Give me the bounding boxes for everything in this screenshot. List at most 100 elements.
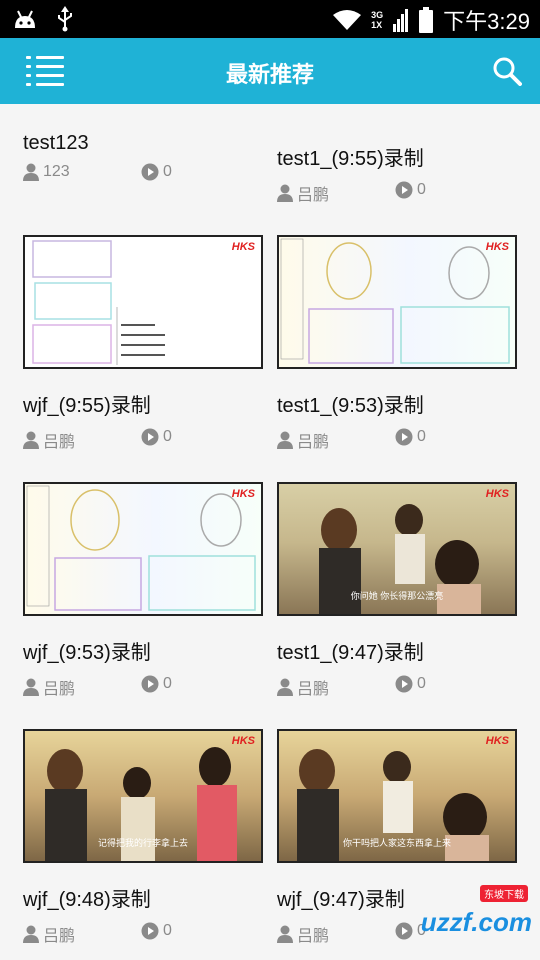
author-name: 吕鹏 <box>43 434 76 451</box>
signal-icon <box>393 9 409 32</box>
video-meta: 吕鹏 0 <box>277 426 517 452</box>
network-type-top: 3G <box>371 10 384 20</box>
clock: 下午3:29 <box>443 9 530 34</box>
video-author: 吕鹏 <box>277 922 329 946</box>
play-count-icon <box>141 163 159 181</box>
video-card[interactable]: HKS wjf_(9:55)录制 吕鹏 0 <box>23 235 263 452</box>
user-icon <box>23 431 39 449</box>
video-card[interactable]: HKS 记得把我的行李拿上去 wjf_(9:48)录制 吕鹏 0 <box>23 729 263 946</box>
author-name: 123 <box>43 163 70 180</box>
usb-icon <box>58 6 72 32</box>
status-bar: 3G 1X 下午3:29 <box>0 0 540 38</box>
video-meta: 吕鹏 0 <box>23 920 263 946</box>
thumbnail-brand: HKS <box>485 735 509 747</box>
thumbnail-subtitle: 你问她 你长得那公漂亮 <box>350 591 444 601</box>
video-grid: test123 123 0 test1_(9:55)录制 吕鹏 0 HKS wj… <box>0 104 540 960</box>
video-thumbnail[interactable]: HKS 你问她 你长得那公漂亮 <box>277 482 517 616</box>
android-icon <box>15 10 35 28</box>
play-count: 0 <box>163 675 172 692</box>
video-meta: 吕鹏 0 <box>23 673 263 699</box>
video-card[interactable]: test1_(9:55)录制 吕鹏 0 <box>277 142 517 205</box>
user-icon <box>277 431 293 449</box>
video-author: 吕鹏 <box>277 675 329 699</box>
play-count: 0 <box>417 181 426 198</box>
video-play-count: 0 <box>141 428 172 446</box>
video-play-count: 0 <box>141 675 172 693</box>
video-card[interactable]: test123 123 0 <box>23 132 263 185</box>
user-icon <box>23 925 39 943</box>
play-count-icon <box>141 922 159 940</box>
watermark-badge: 东坡下载 <box>480 885 528 902</box>
author-name: 吕鹏 <box>297 434 330 451</box>
video-thumbnail[interactable]: HKS 你干吗把人家这东西拿上来 <box>277 729 517 863</box>
video-play-count: 0 <box>395 181 426 199</box>
play-count: 0 <box>163 922 172 939</box>
video-card[interactable]: HKS wjf_(9:53)录制 吕鹏 0 <box>23 482 263 699</box>
author-name: 吕鹏 <box>43 928 76 945</box>
author-name: 吕鹏 <box>297 681 330 698</box>
play-count: 0 <box>163 428 172 445</box>
thumbnail-brand: HKS <box>485 488 509 500</box>
video-title: wjf_(9:55)录制 <box>23 395 151 417</box>
video-title: test123 <box>23 132 89 154</box>
video-play-count: 0 <box>141 922 172 940</box>
watermark-logo: uzzf.com <box>420 907 532 937</box>
thumbnail-brand: HKS <box>231 735 255 747</box>
battery-icon <box>419 7 434 33</box>
video-meta: 吕鹏 0 <box>23 426 263 452</box>
author-name: 吕鹏 <box>297 187 330 204</box>
video-author: 吕鹏 <box>23 922 75 946</box>
network-type-bottom: 1X <box>371 20 383 30</box>
play-count: 0 <box>417 675 426 692</box>
thumbnail-image <box>32 240 165 365</box>
thumbnail-brand: HKS <box>231 241 255 253</box>
user-icon <box>277 184 293 202</box>
video-meta: 吕鹏 0 <box>277 179 517 205</box>
video-title: test1_(9:47)录制 <box>277 642 424 664</box>
video-card[interactable]: HKS test1_(9:53)录制 吕鹏 0 <box>277 235 517 452</box>
author-name: 吕鹏 <box>297 928 330 945</box>
play-count-icon <box>395 181 413 199</box>
author-name: 吕鹏 <box>43 681 76 698</box>
video-card[interactable]: HKS 你问她 你长得那公漂亮 test1_(9:47)录制 吕鹏 0 <box>277 482 517 699</box>
video-author: 吕鹏 <box>277 428 329 452</box>
video-title: wjf_(9:53)录制 <box>23 642 151 664</box>
wifi-icon <box>333 10 362 30</box>
video-author: 吕鹏 <box>277 181 329 205</box>
thumbnail-subtitle: 记得把我的行李拿上去 <box>97 838 188 848</box>
video-author: 123 <box>23 163 70 181</box>
video-author: 吕鹏 <box>23 428 75 452</box>
video-title: wjf_(9:48)录制 <box>23 889 151 911</box>
thumbnail-brand: HKS <box>485 241 509 253</box>
thumbnail-brand: HKS <box>231 488 255 500</box>
play-count: 0 <box>417 428 426 445</box>
video-meta: 123 0 <box>23 161 263 185</box>
thumbnail-image <box>280 238 510 364</box>
video-thumbnail[interactable]: HKS <box>23 235 263 369</box>
user-icon <box>23 678 39 696</box>
play-count-icon <box>141 428 159 446</box>
user-icon <box>277 925 293 943</box>
video-thumbnail[interactable]: HKS <box>277 235 517 369</box>
page-title: 最新推荐 <box>225 62 314 87</box>
thumbnail-image <box>26 485 256 611</box>
video-play-count: 0 <box>395 675 426 693</box>
play-count-icon <box>395 922 413 940</box>
video-author: 吕鹏 <box>23 675 75 699</box>
thumbnail-subtitle: 你干吗把人家这东西拿上来 <box>342 838 451 848</box>
play-count-icon <box>395 428 413 446</box>
play-count: 0 <box>163 163 172 180</box>
app-bar: 最新推荐 <box>0 38 540 104</box>
search-icon[interactable] <box>492 56 522 86</box>
video-play-count: 0 <box>141 163 172 181</box>
network-type: 3G 1X <box>371 10 383 30</box>
video-thumbnail[interactable]: HKS <box>23 482 263 616</box>
video-thumbnail[interactable]: HKS 记得把我的行李拿上去 <box>23 729 263 863</box>
video-title: test1_(9:53)录制 <box>277 395 424 417</box>
video-play-count: 0 <box>395 428 426 446</box>
play-count-icon <box>141 675 159 693</box>
play-count-icon <box>395 675 413 693</box>
video-meta: 吕鹏 0 <box>277 673 517 699</box>
user-icon <box>277 678 293 696</box>
user-icon <box>23 163 39 181</box>
